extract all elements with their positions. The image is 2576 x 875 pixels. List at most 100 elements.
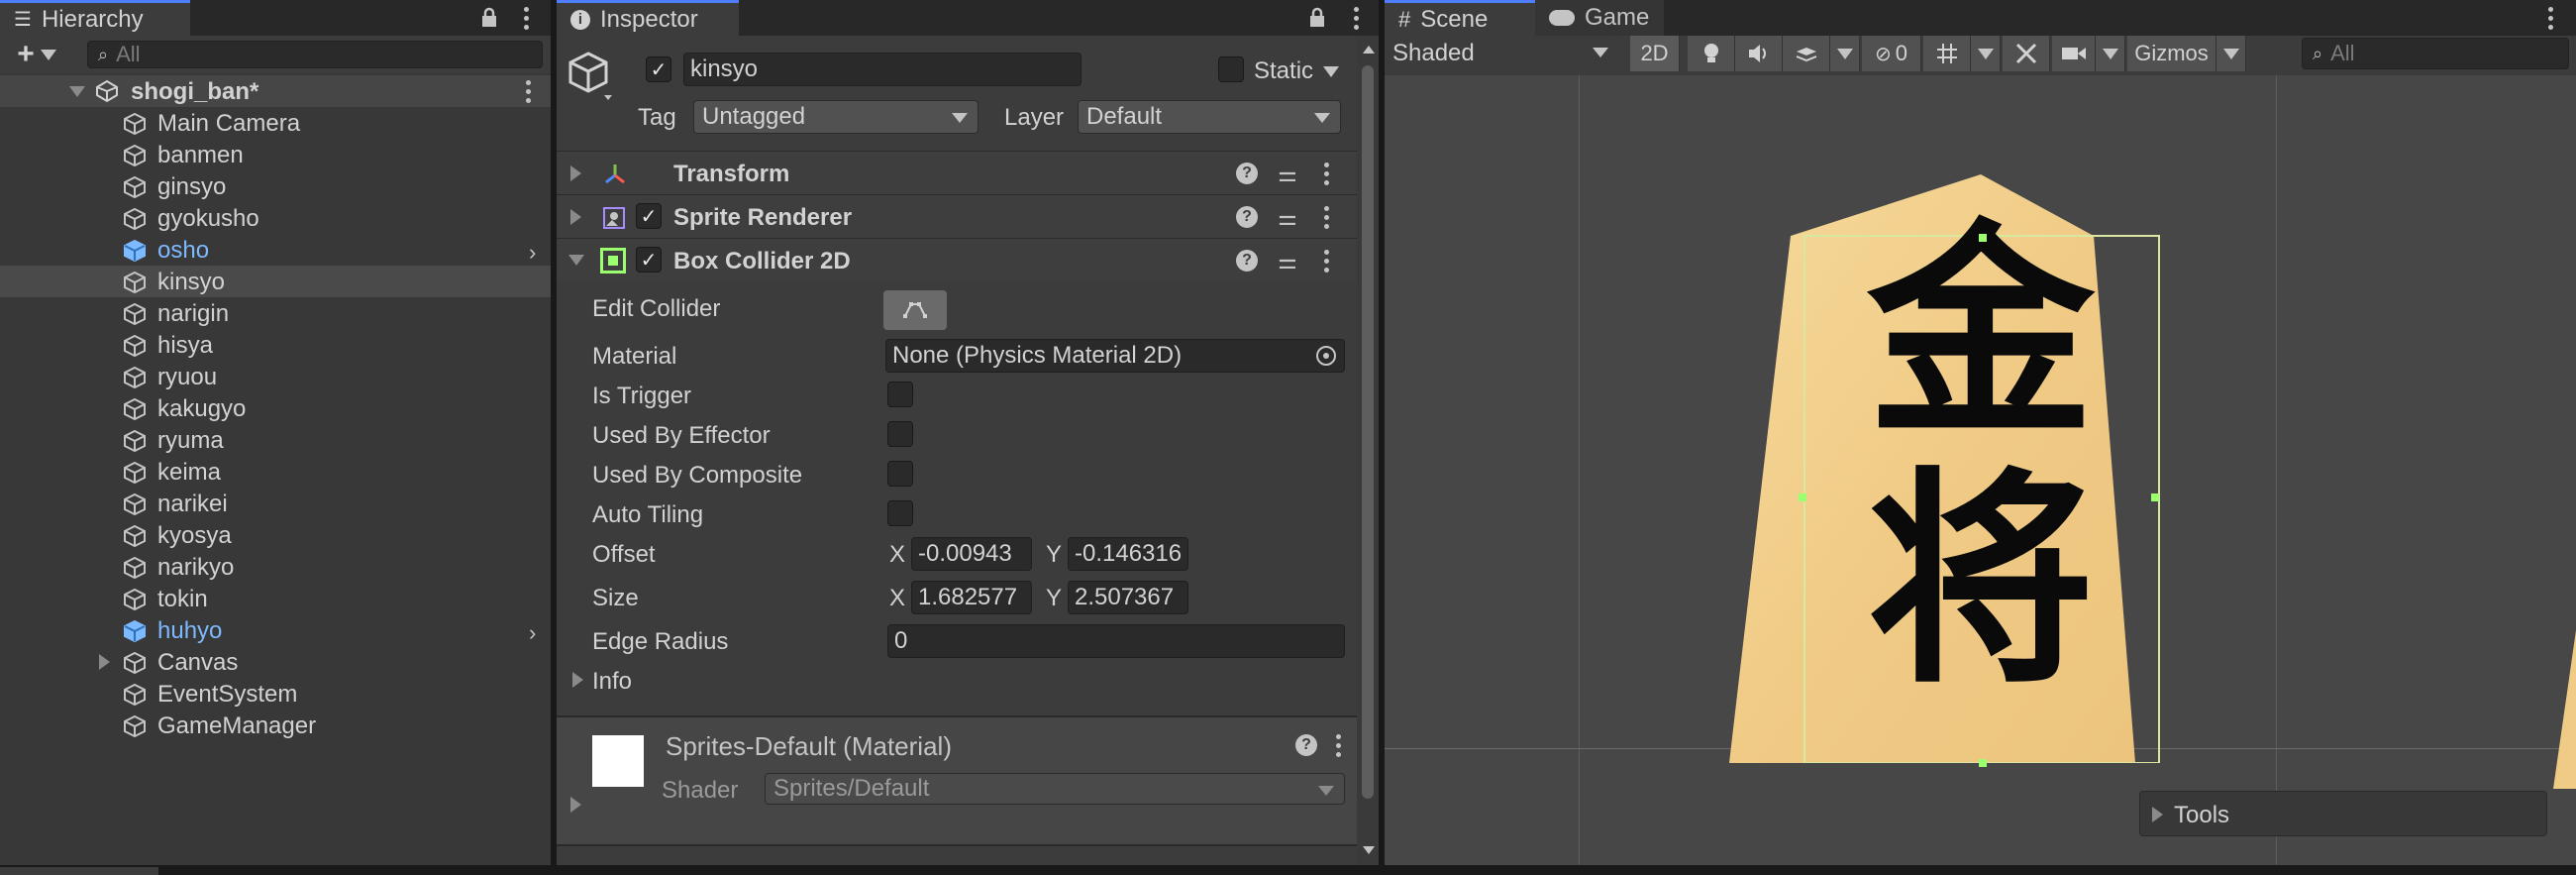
effects-dropdown-arrow-icon[interactable]	[1830, 36, 1860, 71]
hierarchy-item[interactable]: narikei	[0, 488, 551, 519]
used-by-composite-checkbox[interactable]	[887, 461, 913, 487]
tools-overlay[interactable]: Tools	[2139, 791, 2547, 836]
grid-dropdown-arrow-icon[interactable]	[1971, 36, 2001, 71]
offset-y-field[interactable]: -0.146316	[1068, 537, 1188, 571]
gizmos-dropdown-arrow-icon[interactable]	[2216, 36, 2246, 71]
help-icon[interactable]: ?	[1295, 734, 1317, 756]
help-icon[interactable]: ?	[1236, 250, 1258, 272]
hierarchy-item[interactable]: ginsyo	[0, 170, 551, 202]
grid-snap-icon[interactable]	[1923, 36, 1971, 71]
collider-handle[interactable]	[1799, 493, 1806, 501]
scene-search-input[interactable]: ⌕ All	[2302, 38, 2569, 69]
collider-handle[interactable]	[2151, 493, 2159, 501]
info-foldout-label[interactable]: Info	[592, 668, 632, 696]
offset-x-field[interactable]: -0.00943	[911, 537, 1032, 571]
hierarchy-item[interactable]: huhyo ›	[0, 614, 551, 646]
hierarchy-item[interactable]: ryuma	[0, 424, 551, 456]
size-x-label[interactable]: X	[889, 585, 905, 612]
is-trigger-checkbox[interactable]	[887, 382, 913, 407]
tools-wrench-icon[interactable]	[2003, 36, 2050, 71]
offset-x-label[interactable]: X	[889, 541, 905, 569]
collapsed-arrow-icon[interactable]	[99, 654, 110, 670]
material-foldout-arrow-icon[interactable]	[570, 797, 581, 813]
preset-sliders-icon[interactable]: ⚌	[1278, 249, 1297, 274]
active-checkbox[interactable]: ✓	[646, 56, 671, 82]
tab-scene[interactable]: # Scene	[1385, 0, 1535, 36]
inspector-lock-icon[interactable]	[1305, 4, 1329, 32]
help-icon[interactable]: ?	[1236, 206, 1258, 228]
tab-hierarchy[interactable]: ☰ Hierarchy	[0, 0, 190, 36]
box-collider-enabled-checkbox[interactable]: ✓	[636, 247, 662, 273]
expand-arrow-icon[interactable]	[69, 86, 85, 97]
camera-dropdown-arrow-icon[interactable]	[2096, 36, 2125, 71]
hierarchy-item[interactable]: EventSystem	[0, 678, 551, 710]
bottom-scroll-thumb[interactable]	[0, 867, 158, 875]
size-y-label[interactable]: Y	[1046, 585, 1062, 612]
material-menu-kebab-icon[interactable]	[1335, 734, 1341, 757]
prefab-open-chevron-icon[interactable]: ›	[529, 620, 536, 646]
component-menu-kebab-icon[interactable]	[1323, 206, 1329, 229]
hierarchy-item[interactable]: gyokusho	[0, 202, 551, 234]
inspector-menu-kebab-icon[interactable]	[1347, 4, 1365, 32]
size-y-field[interactable]: 2.507367	[1068, 581, 1188, 614]
layer-dropdown[interactable]: Default	[1078, 100, 1341, 134]
gizmos-button[interactable]: Gizmos	[2127, 36, 2216, 71]
tag-dropdown[interactable]: Untagged	[693, 100, 979, 134]
static-dropdown-arrow-icon[interactable]	[1323, 66, 1339, 77]
edge-radius-field[interactable]: 0	[887, 624, 1345, 658]
auto-tiling-checkbox[interactable]	[887, 500, 913, 526]
tools-foldout-arrow-icon[interactable]	[2152, 807, 2163, 822]
hierarchy-item[interactable]: keima	[0, 456, 551, 488]
prefab-open-chevron-icon[interactable]: ›	[529, 240, 536, 266]
tab-game[interactable]: Game	[1535, 0, 1664, 36]
shading-mode-dropdown[interactable]: Shaded	[1385, 36, 1618, 71]
static-label[interactable]: Static	[1254, 57, 1313, 85]
component-menu-kebab-icon[interactable]	[1323, 250, 1329, 273]
hierarchy-item[interactable]: ryuou	[0, 361, 551, 392]
collider-handle[interactable]	[1979, 759, 1987, 767]
scene-root-row[interactable]: shogi_ban*	[0, 75, 551, 107]
box-collider-component-header[interactable]: ✓ Box Collider 2D ? ⚌	[557, 238, 1379, 281]
lighting-bulb-icon[interactable]	[1688, 36, 1735, 71]
hidden-objects-toggle[interactable]: ⊘ 0	[1862, 36, 1921, 71]
hierarchy-item[interactable]: narigin	[0, 297, 551, 329]
help-icon[interactable]: ?	[1236, 163, 1258, 184]
2d-mode-toggle[interactable]: 2D	[1630, 36, 1680, 71]
hierarchy-item[interactable]: osho ›	[0, 234, 551, 266]
material-object-field[interactable]: None (Physics Material 2D)	[885, 339, 1345, 373]
hierarchy-item[interactable]: GameManager	[0, 710, 551, 741]
static-checkbox[interactable]	[1218, 56, 1244, 82]
scroll-down-arrow-icon[interactable]	[1363, 846, 1375, 854]
object-picker-icon[interactable]	[1316, 346, 1336, 366]
scroll-up-arrow-icon[interactable]	[1363, 46, 1375, 54]
offset-y-label[interactable]: Y	[1046, 541, 1062, 569]
hierarchy-item[interactable]: Canvas	[0, 646, 551, 678]
sprite-renderer-enabled-checkbox[interactable]: ✓	[636, 203, 662, 229]
lock-icon[interactable]	[477, 4, 501, 32]
scrollbar-thumb[interactable]	[1362, 65, 1374, 799]
scene-viewport[interactable]: 金 将 Tools	[1385, 75, 2576, 865]
collapsed-arrow-icon[interactable]	[570, 165, 581, 181]
shader-dropdown[interactable]: Sprites/Default	[765, 773, 1345, 805]
hierarchy-item[interactable]: tokin	[0, 583, 551, 614]
hierarchy-item[interactable]: Main Camera	[0, 107, 551, 139]
inspector-scrollbar[interactable]	[1357, 36, 1379, 865]
hierarchy-search-input[interactable]: ⌕ All	[87, 41, 543, 68]
scene-menu-kebab-icon[interactable]	[525, 80, 531, 103]
hierarchy-item[interactable]: kinsyo	[0, 266, 551, 297]
sprite-renderer-component-header[interactable]: ✓ Sprite Renderer ? ⚌	[557, 194, 1379, 238]
preset-sliders-icon[interactable]: ⚌	[1278, 205, 1297, 231]
gameobject-icon[interactable]	[568, 50, 624, 107]
object-name-field[interactable]: kinsyo	[683, 53, 1082, 86]
audio-speaker-icon[interactable]	[1735, 36, 1783, 71]
component-menu-kebab-icon[interactable]	[1323, 163, 1329, 185]
preset-sliders-icon[interactable]: ⚌	[1278, 162, 1297, 187]
effects-layers-icon[interactable]	[1783, 36, 1830, 71]
expanded-arrow-icon[interactable]	[568, 255, 584, 266]
collapsed-arrow-icon[interactable]	[570, 209, 581, 225]
hierarchy-menu-kebab-icon[interactable]	[517, 4, 535, 32]
scene-menu-kebab-icon[interactable]	[2541, 4, 2559, 32]
tab-inspector[interactable]: i Inspector	[557, 0, 739, 36]
camera-icon[interactable]	[2052, 36, 2096, 71]
collider-handle[interactable]	[1979, 234, 1987, 242]
